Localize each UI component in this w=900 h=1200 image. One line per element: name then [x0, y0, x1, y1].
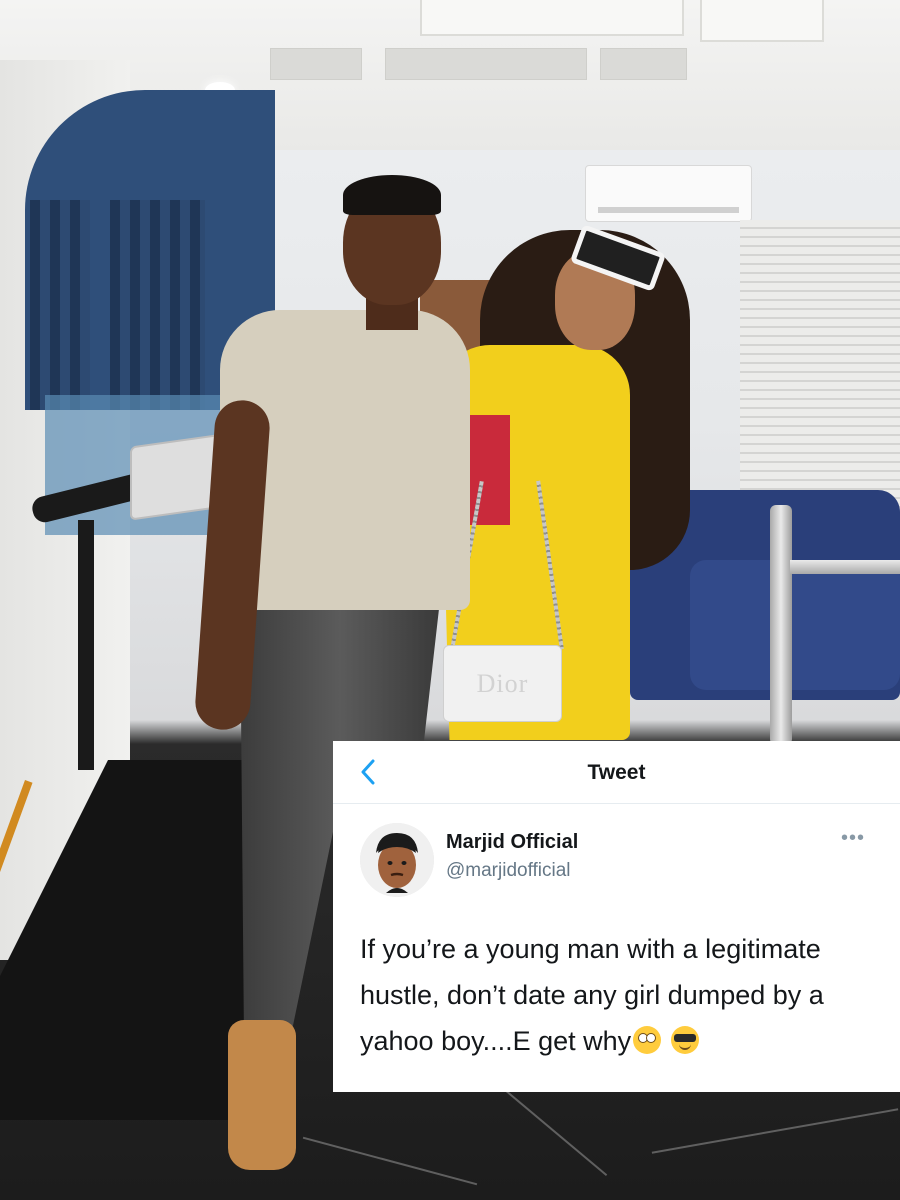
header-title: Tweet — [587, 761, 646, 784]
tweet-text: If you’re a young man with a legitimate … — [360, 934, 824, 1056]
user-handle[interactable]: @marjidofficial — [446, 860, 571, 882]
stair-railing — [770, 505, 792, 745]
bag-logo: Dior — [476, 668, 529, 698]
man-hair — [343, 175, 441, 215]
floor-vein — [302, 1136, 478, 1186]
blue-sofa-cushion — [690, 560, 900, 690]
ceiling-vent — [600, 48, 687, 80]
air-conditioner — [585, 165, 752, 222]
display-name[interactable]: Marjid Official — [446, 831, 578, 854]
curtain — [30, 200, 90, 410]
cartoon-avatar-icon — [360, 823, 434, 897]
floor-vein — [651, 1108, 899, 1154]
tweet-card: Tweet Marjid Official @marjidofficial ••… — [333, 741, 900, 1092]
tweet-header: Tweet — [333, 741, 900, 804]
face-with-rolling-eyes-icon — [633, 1026, 662, 1054]
window-blinds — [740, 220, 900, 520]
man-shoe — [228, 1020, 296, 1170]
ceiling-vent — [385, 48, 587, 80]
curtain — [110, 200, 205, 410]
stair-railing — [790, 560, 900, 574]
smiling-face-with-sunglasses-icon — [670, 1026, 699, 1054]
ceiling-panel — [420, 0, 684, 36]
tweet-body: If you’re a young man with a legitimate … — [360, 926, 880, 1064]
dior-bag: Dior — [443, 645, 562, 722]
ceiling-vent — [270, 48, 362, 80]
avatar[interactable] — [360, 823, 434, 897]
ceiling-panel — [700, 0, 824, 42]
more-options-icon[interactable]: ••• — [841, 828, 865, 848]
treadmill-post — [78, 520, 94, 770]
